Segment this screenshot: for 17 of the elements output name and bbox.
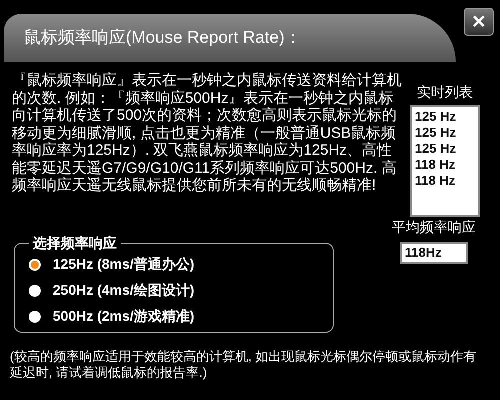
average-rate-label: 平均频率响应 bbox=[392, 218, 476, 237]
list-item: 125 Hz bbox=[415, 125, 458, 141]
list-item: 118 Hz bbox=[415, 173, 456, 189]
realtime-list-label: 实时列表 bbox=[417, 83, 473, 102]
rate-option[interactable]: 125Hz (8ms/普通办公) bbox=[29, 254, 319, 275]
window-title: 鼠标频率响应(Mouse Report Rate)： bbox=[24, 27, 302, 50]
group-legend: 选择频率响应 bbox=[29, 233, 121, 254]
rate-option[interactable]: 500Hz (2ms/游戏精准) bbox=[29, 306, 319, 327]
note-text: (较高的频率响应适用于效能较高的计算机, 如出现鼠标光标偶尔停顿或鼠标动作有延迟时, 请试着调低鼠标的报告率.) bbox=[10, 349, 478, 381]
average-rate-field: 118Hz bbox=[400, 242, 468, 264]
list-item: 125 Hz bbox=[415, 141, 458, 157]
list-item: 118 Hz bbox=[415, 157, 456, 173]
close-button[interactable]: ✕ bbox=[464, 8, 494, 36]
description-text: 『鼠标频率响应』表示在一秒钟之内鼠标传送资料给计算机的次数. 例如：『频率响应500Hz』表示在一秒钟之内鼠标向计算机传送了500次的资料；次数愈高则表示鼠标光标的移动更为细腻滑顺, 点击也更为精准（一般普通USB鼠标频率响应率为125Hz）. 双飞燕鼠标频率响应为125Hz、高性能零延迟天遥G7/G9/G10/G11系列频率响应可达500Hz. 高频率响应天遥无线鼠标提供您前所未有的无线顺畅精准! bbox=[12, 72, 402, 196]
realtime-list[interactable]: 125 Hz 125 Hz 125 Hz 118 Hz 118 Hz bbox=[410, 105, 480, 217]
rate-option[interactable]: 250Hz (4ms/绘图设计) bbox=[29, 280, 319, 301]
list-item: 125 Hz bbox=[415, 109, 458, 125]
